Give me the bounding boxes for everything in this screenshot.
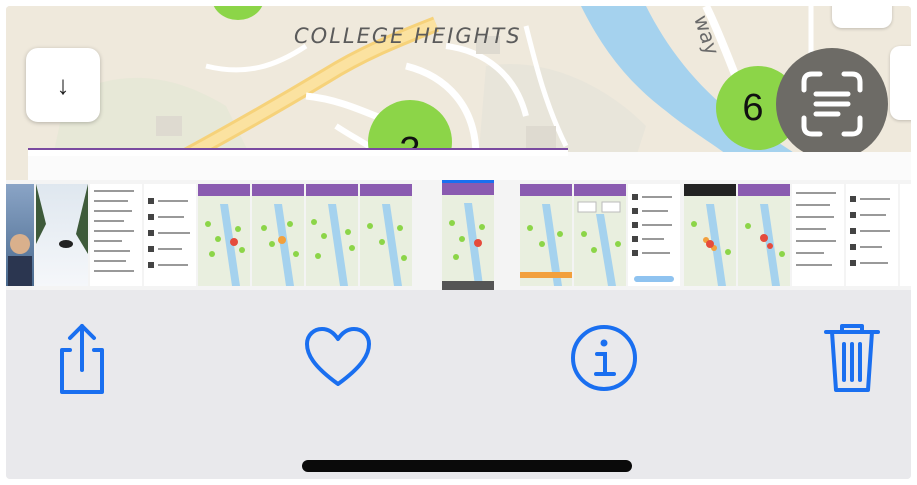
scan-text-icon [801,71,863,137]
cluster-count: 6 [742,86,764,129]
screenshot-thumbnail[interactable] [574,184,626,286]
screenshot-thumbnail[interactable] [360,184,412,286]
sheet-edge [28,148,568,156]
screenshot-thumbnail[interactable] [252,184,304,286]
screenshot-thumbnail[interactable] [846,184,898,286]
screenshot-thumbnail[interactable] [198,184,250,286]
area-label: COLLEGE HEIGHTS [294,24,522,48]
favorite-button[interactable] [298,318,378,398]
screenshot-thumbnail[interactable] [306,184,358,286]
screenshot-thumbnail[interactable] [144,184,196,286]
photo-thumbnail[interactable] [36,184,88,286]
selected-screenshot-thumbnail[interactable] [442,180,494,290]
photo-thumbnail[interactable] [6,184,34,286]
screenshot-thumbnail[interactable] [684,184,736,286]
map-control-right[interactable] [890,46,911,120]
info-icon [571,325,637,391]
screenshot-thumbnail[interactable] [90,184,142,286]
location-arrow-icon: ↓ [56,69,70,100]
screenshot-thumbnail[interactable] [900,184,911,286]
screenshot-thumbnail[interactable] [792,184,844,286]
photo-thumbnail-strip[interactable] [6,180,911,290]
map-view[interactable]: COLLEGE HEIGHTS way ↓ 3 6 [6,6,911,188]
scan-text-button[interactable] [776,48,888,160]
photo-toolbar [6,290,911,479]
delete-button[interactable] [812,318,892,398]
heart-icon [305,327,371,386]
home-indicator[interactable] [302,460,632,472]
screenshot-thumbnail[interactable] [628,184,680,286]
map-control-top[interactable] [832,6,892,28]
trash-icon [824,324,880,392]
screenshot-thumbnail[interactable] [738,184,790,286]
screen: COLLEGE HEIGHTS way ↓ 3 6 [6,6,911,479]
share-button[interactable] [42,318,122,398]
info-button[interactable] [564,318,644,398]
screenshot-thumbnail[interactable] [520,184,572,286]
share-icon [60,324,104,394]
location-button[interactable]: ↓ [26,48,100,122]
